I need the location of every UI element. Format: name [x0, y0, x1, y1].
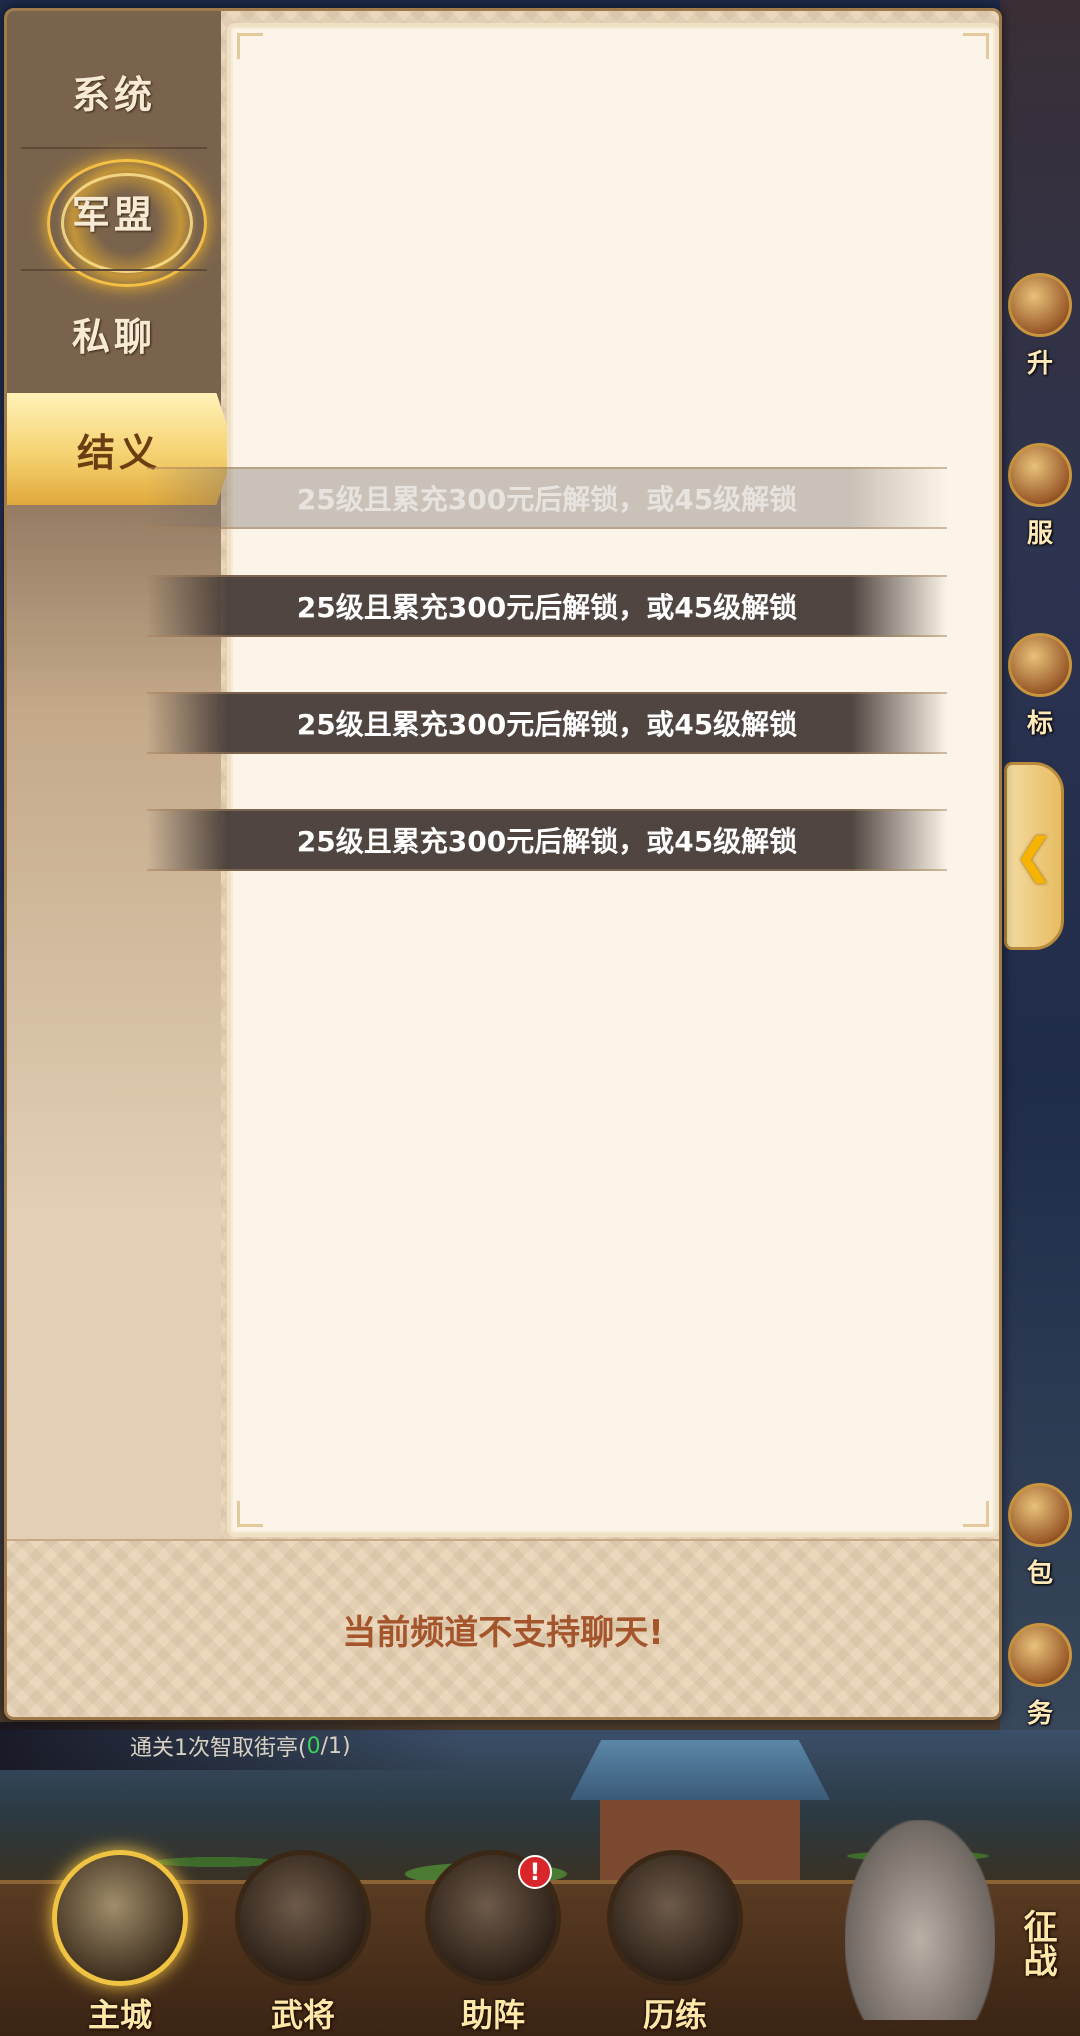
- channel-divider: [21, 269, 207, 271]
- server-icon: [1008, 443, 1072, 507]
- channel-tab-legion[interactable]: 军盟: [7, 151, 221, 271]
- nav-label: 征战: [1017, 1909, 1057, 1977]
- ornament-corner: [963, 1501, 989, 1527]
- message-area: [227, 23, 999, 1537]
- goal-icon: [1008, 633, 1072, 697]
- chat-disabled-notice: 当前频道不支持聊天!: [342, 1612, 664, 1653]
- main-city-icon: [52, 1850, 188, 1986]
- unlock-message: 25级且累充300元后解锁，或45级解锁: [147, 575, 947, 637]
- chat-panel: 系统 军盟 私聊 结义 25级且累充300元后解锁，或45级解锁 25级且累充3…: [4, 8, 1002, 1720]
- upgrade-icon: [1008, 273, 1072, 337]
- channel-divider: [21, 147, 207, 149]
- side-menu-label: 升: [1026, 349, 1053, 379]
- ornament-corner: [963, 33, 989, 59]
- quest-text: 通关1次智取街亭(: [130, 1736, 307, 1761]
- channel-tab-label: 军盟: [71, 192, 156, 237]
- unlock-message: 25级且累充300元后解锁，或45级解锁: [147, 692, 947, 754]
- unlock-message: 25级且累充300元后解锁，或45级解锁: [147, 809, 947, 871]
- general-helmet-icon: [235, 1850, 371, 1986]
- nav-conquer[interactable]: 征战: [850, 1850, 1080, 2036]
- quest-progress: 0: [306, 1733, 321, 1759]
- armor-icon: !: [425, 1850, 561, 1986]
- side-menu-item-upgrade[interactable]: 升: [1002, 260, 1078, 380]
- channel-tab-label: 系统: [71, 72, 156, 117]
- side-menu-item-task[interactable]: 务: [1002, 1610, 1078, 1730]
- side-menu-item-goal[interactable]: 标: [1002, 620, 1078, 740]
- pack-icon: [1008, 1483, 1072, 1547]
- channel-tab-system[interactable]: 系统: [7, 31, 221, 151]
- unlock-message: 25级且累充300元后解锁，或45级解锁: [147, 467, 947, 529]
- landscape-icon: [607, 1850, 743, 1986]
- ornament-corner: [237, 1501, 263, 1527]
- collapse-chat-button[interactable]: ❮: [1004, 762, 1064, 950]
- nav-assist[interactable]: ! 助阵: [418, 1850, 568, 2036]
- channel-sidebar: 系统 军盟 私聊 结义: [7, 11, 235, 1539]
- side-menu-label: 标: [1026, 709, 1053, 739]
- nav-label: 主城: [87, 1996, 152, 2034]
- nav-generals[interactable]: 武将: [228, 1850, 378, 2036]
- nav-label: 历练: [642, 1996, 707, 2034]
- chevron-left-icon: ❮: [1013, 828, 1055, 884]
- notification-badge: !: [518, 1855, 552, 1889]
- side-menu-item-server[interactable]: 服: [1002, 430, 1078, 550]
- chat-input-bar: 当前频道不支持聊天!: [7, 1539, 999, 1717]
- side-menu-label: 服: [1026, 519, 1053, 549]
- channel-tab-private[interactable]: 私聊: [7, 273, 221, 393]
- nav-label: 助阵: [460, 1996, 525, 2034]
- side-menu-item-pack[interactable]: 包: [1002, 1470, 1078, 1590]
- ornament-corner: [237, 33, 263, 59]
- quest-total: /1): [320, 1733, 351, 1759]
- quest-tracker[interactable]: 通关1次智取街亭(0/1): [0, 1722, 470, 1770]
- side-menu-label: 包: [1026, 1559, 1053, 1589]
- channel-tab-label: 私聊: [71, 314, 156, 359]
- nav-main-city[interactable]: 主城: [45, 1850, 195, 2036]
- nav-label: 武将: [270, 1996, 335, 2034]
- nav-training[interactable]: 历练: [600, 1850, 750, 2036]
- side-menu-label: 务: [1026, 1699, 1053, 1729]
- task-icon: [1008, 1623, 1072, 1687]
